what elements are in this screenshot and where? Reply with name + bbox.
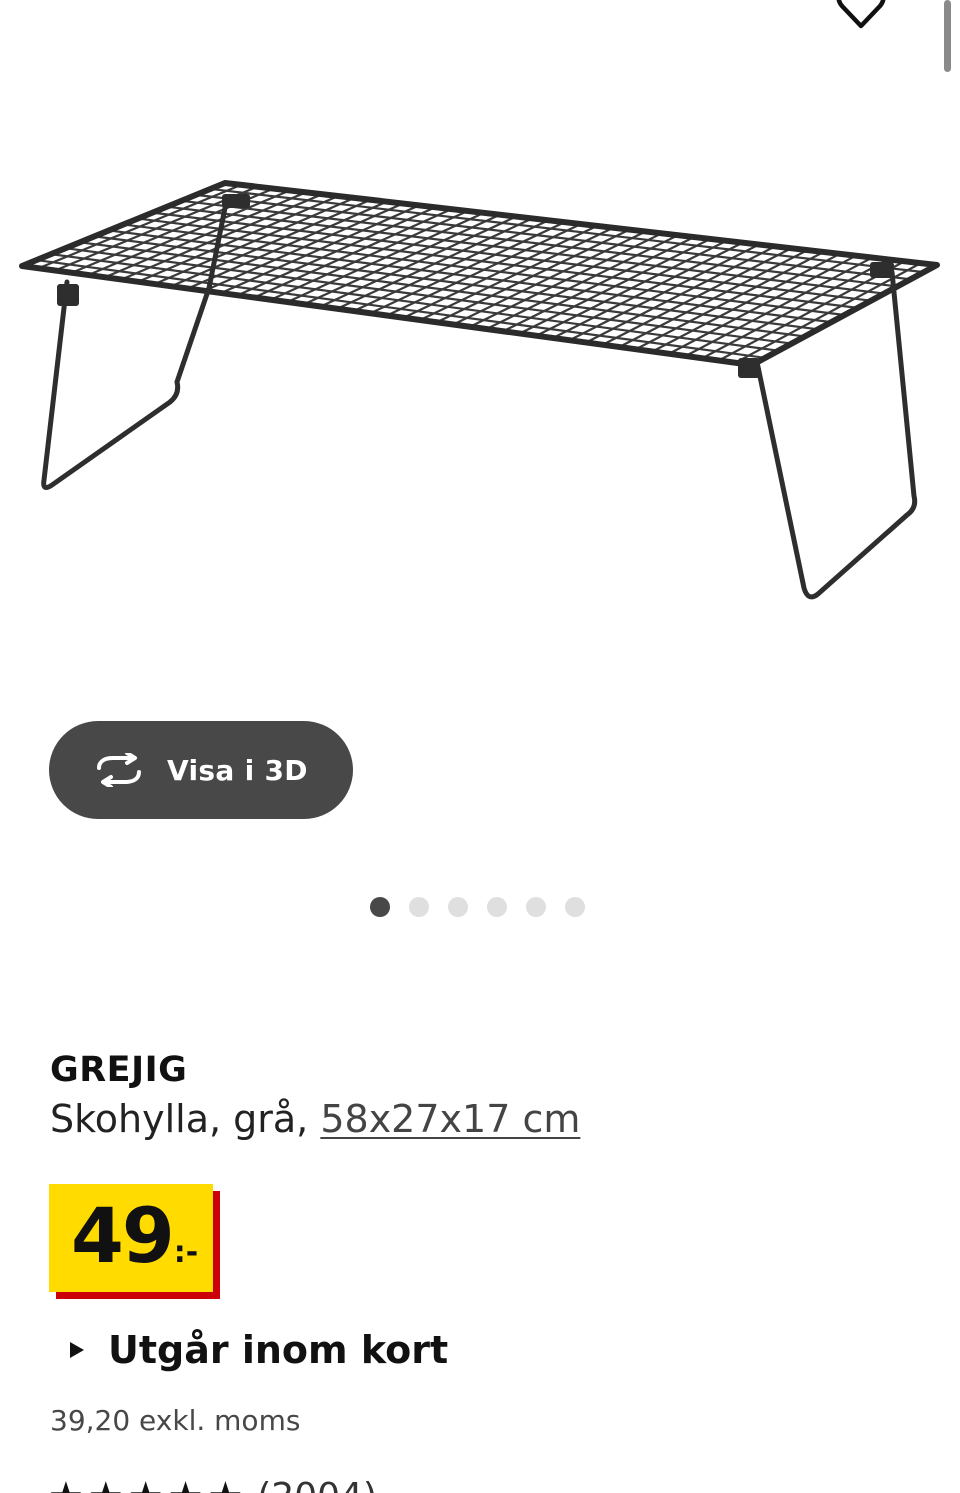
star-icon: ★ [207,1477,243,1493]
rating-count: (2004) [257,1476,377,1493]
view-in-3d-label: Visa i 3D [167,753,308,787]
product-page: Visa i 3D GREJIG Skohylla, grå, 58x27x17… [0,0,960,1493]
price-integer: 49 [71,1191,175,1280]
carousel-dot[interactable] [409,897,429,917]
carousel-dot[interactable] [370,897,390,917]
product-name: GREJIG [50,1050,188,1090]
heart-icon[interactable] [834,0,888,30]
carousel-dot[interactable] [565,897,585,917]
rating[interactable]: ★★★★★(2004) [48,1476,377,1493]
triangle-right-icon [70,1342,84,1358]
scrollbar[interactable] [944,0,951,72]
price-excl-vat: 39,20 exkl. moms [50,1404,301,1437]
carousel-dot[interactable] [448,897,468,917]
product-measure-link[interactable]: 58x27x17 cm [320,1097,580,1141]
availability-text: Utgår inom kort [108,1328,449,1372]
availability-toggle[interactable]: Utgår inom kort [70,1328,448,1372]
carousel-dots [370,897,585,917]
star-icon: ★ [168,1477,204,1493]
star-icon: ★ [128,1477,164,1493]
product-description: Skohylla, grå, 58x27x17 cm [50,1097,580,1141]
product-image [19,180,940,600]
price-tag: 49 :- [49,1184,213,1292]
product-type: Skohylla, grå, [50,1097,321,1141]
price-suffix: :- [173,1235,199,1270]
rotate-3d-icon [97,753,141,787]
carousel-dot[interactable] [526,897,546,917]
view-in-3d-button[interactable]: Visa i 3D [49,721,353,819]
star-icon: ★ [48,1477,84,1493]
carousel-dot[interactable] [487,897,507,917]
star-icon: ★ [88,1477,124,1493]
